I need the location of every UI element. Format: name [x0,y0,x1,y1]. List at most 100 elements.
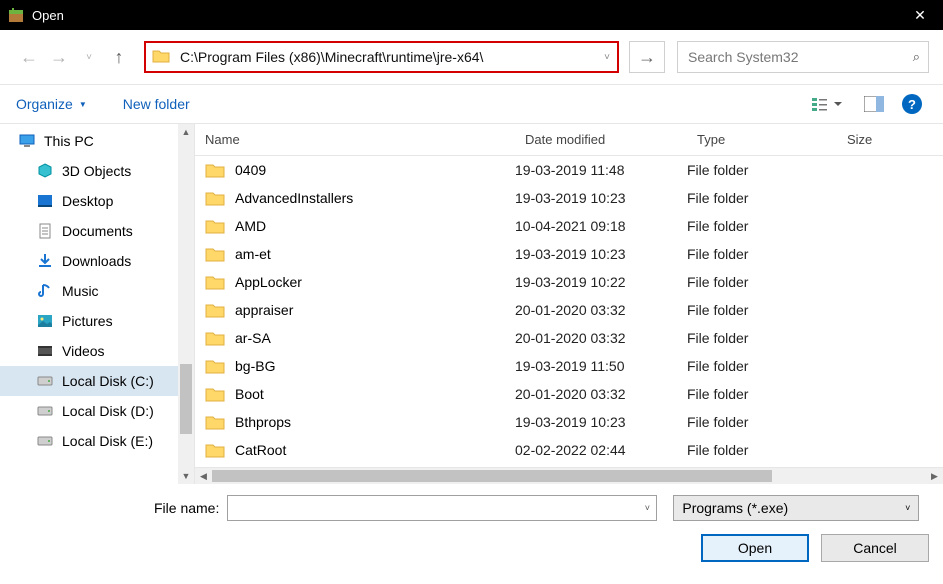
history-dropdown[interactable]: ˅ [74,42,104,72]
file-name: bg-BG [235,358,275,374]
nav-item-this-pc[interactable]: This PC [0,126,194,156]
nav-item-local-disk-d-[interactable]: Local Disk (D:) [0,396,194,426]
nav-item-label: Videos [62,343,105,359]
scroll-down-icon[interactable]: ▼ [178,468,194,484]
folder-icon [205,245,225,263]
nav-item-3d-objects[interactable]: 3D Objects [0,156,194,186]
folder-icon [205,301,225,319]
file-row[interactable]: 040919-03-2019 11:48File folder [195,156,943,184]
file-type: File folder [687,274,837,290]
nav-item-desktop[interactable]: Desktop [0,186,194,216]
nav-item-label: Desktop [62,193,113,209]
horizontal-scrollbar[interactable]: ◀ ▶ [195,467,943,484]
new-folder-button[interactable]: New folder [123,96,190,112]
search-icon: ⌕ [913,49,920,65]
column-header-name[interactable]: Name [195,132,515,147]
nav-scrollbar[interactable]: ▲ ▼ [178,124,194,484]
preview-pane-button[interactable] [859,91,889,117]
nav-item-label: This PC [44,133,94,149]
scroll-thumb-h[interactable] [212,470,772,482]
file-date: 19-03-2019 10:23 [515,190,687,206]
file-row[interactable]: AMD 10-04-2021 09:18File folder [195,212,943,240]
nav-item-pictures[interactable]: Pictures [0,306,194,336]
file-row[interactable]: appraiser20-01-2020 03:32File folder [195,296,943,324]
file-list-pane: Name Date modified Type Size 040919-03-2… [195,124,943,484]
search-input[interactable] [686,48,913,66]
column-header-size[interactable]: Size [837,132,897,147]
address-bar-row: ← → ˅ ↑ ˅ → ⌕ [0,30,943,84]
scroll-up-icon[interactable]: ▲ [178,124,194,140]
filename-input[interactable] [228,496,638,520]
filename-row: File name: ˅ Programs (*.exe) ˅ [14,492,929,524]
file-row[interactable]: AdvancedInstallers19-03-2019 10:23File f… [195,184,943,212]
nav-item-local-disk-e-[interactable]: Local Disk (E:) [0,426,194,456]
file-name: am-et [235,246,271,262]
help-button[interactable]: ? [897,91,927,117]
nav-item-videos[interactable]: Videos [0,336,194,366]
file-date: 19-03-2019 10:23 [515,246,687,262]
cancel-button[interactable]: Cancel [821,534,929,562]
file-name: appraiser [235,302,293,318]
search-box[interactable]: ⌕ [677,41,929,73]
up-button[interactable]: ↑ [104,42,134,72]
file-type: File folder [687,386,837,402]
nav-item-label: Documents [62,223,133,239]
file-date: 20-01-2020 03:32 [515,386,687,402]
file-date: 19-03-2019 11:50 [515,358,687,374]
file-row[interactable]: CatRoot02-02-2022 02:44File folder [195,436,943,464]
scroll-thumb[interactable] [180,364,192,434]
nav-item-documents[interactable]: Documents [0,216,194,246]
file-row[interactable]: ar-SA20-01-2020 03:32File folder [195,324,943,352]
folder-icon [205,357,225,375]
main-area: This PC 3D Objects Desktop Documents Downloa… [0,124,943,484]
file-type: File folder [687,162,837,178]
folder-icon [205,441,225,459]
folder-icon [205,273,225,291]
file-row[interactable]: am-et19-03-2019 10:23File folder [195,240,943,268]
scroll-right-icon[interactable]: ▶ [926,468,943,484]
file-type: File folder [687,358,837,374]
forward-button[interactable]: → [44,42,74,72]
column-header-type[interactable]: Type [687,132,837,147]
desktop-icon [36,192,54,210]
open-button[interactable]: Open [701,534,809,562]
back-button[interactable]: ← [14,42,44,72]
file-date: 19-03-2019 11:48 [515,162,687,178]
file-type: File folder [687,442,837,458]
view-mode-button[interactable] [803,91,851,117]
3d-icon [36,162,54,180]
refresh-button[interactable]: → [629,41,665,73]
file-date: 19-03-2019 10:23 [515,414,687,430]
title-bar: Open ✕ [0,0,943,30]
organize-button[interactable]: Organize ▼ [16,96,87,112]
file-type: File folder [687,218,837,234]
folder-icon [205,189,225,207]
nav-item-music[interactable]: Music [0,276,194,306]
column-header-row: Name Date modified Type Size [195,124,943,156]
filename-dropdown[interactable]: ˅ [638,503,656,513]
filename-input-wrap[interactable]: ˅ [227,495,657,521]
address-bar[interactable]: ˅ [144,41,619,73]
nav-item-label: Local Disk (C:) [62,373,154,389]
address-dropdown[interactable]: ˅ [597,52,617,63]
music-icon [36,282,54,300]
scroll-left-icon[interactable]: ◀ [195,468,212,484]
docs-icon [36,222,54,240]
column-header-date[interactable]: Date modified [515,132,687,147]
file-type: File folder [687,330,837,346]
nav-item-local-disk-c-[interactable]: Local Disk (C:) [0,366,194,396]
nav-item-downloads[interactable]: Downloads [0,246,194,276]
address-input[interactable] [178,43,597,71]
file-row[interactable]: bg-BG 19-03-2019 11:50File folder [195,352,943,380]
file-date: 10-04-2021 09:18 [515,218,687,234]
file-type-filter[interactable]: Programs (*.exe) ˅ [673,495,919,521]
close-button[interactable]: ✕ [897,0,943,30]
file-row[interactable]: AppLocker19-03-2019 10:22File folder [195,268,943,296]
button-row: Open Cancel [14,524,929,572]
file-row[interactable]: Boot20-01-2020 03:32File folder [195,380,943,408]
folder-icon [205,329,225,347]
pics-icon [36,312,54,330]
nav-item-label: Local Disk (E:) [62,433,153,449]
file-name: AMD [235,218,266,234]
file-row[interactable]: Bthprops19-03-2019 10:23File folder [195,408,943,436]
